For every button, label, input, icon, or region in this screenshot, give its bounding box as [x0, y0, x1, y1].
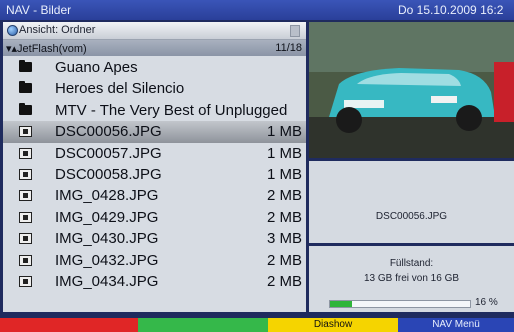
- item-size: 1 MB: [266, 144, 302, 162]
- folder-icon: [19, 81, 32, 94]
- file-browser: Ansicht: Ordner ▾▴JetFlash(vom) 11/18 Gu…: [3, 22, 306, 312]
- item-name: IMG_0430.JPG: [55, 230, 159, 248]
- title-bar: NAV - Bilder Do 15.10.2009 16:2: [0, 0, 514, 20]
- preview-photo: [309, 22, 514, 158]
- item-name: Heroes del Silencio: [55, 80, 185, 98]
- folder-item[interactable]: MTV - The Very Best of Unplugged: [3, 100, 306, 121]
- item-size: 2 MB: [266, 272, 302, 290]
- item-counter: 11/18: [275, 42, 302, 54]
- image-file-icon: [19, 275, 32, 287]
- color-button-bar: Diashow NAV Menü: [0, 318, 514, 332]
- file-item[interactable]: IMG_0430.JPG 3 MB: [3, 228, 306, 249]
- file-item[interactable]: IMG_0434.JPG 2 MB: [3, 271, 306, 292]
- file-item[interactable]: IMG_0429.JPG 2 MB: [3, 207, 306, 228]
- item-name: IMG_0428.JPG: [55, 187, 159, 205]
- item-name: Guano Apes: [55, 59, 138, 76]
- window-title: NAV - Bilder: [6, 3, 72, 17]
- image-file-icon: [19, 211, 32, 223]
- file-info-panel: DSC00056.JPG: [309, 161, 514, 243]
- path-bar: ▾▴JetFlash(vom) 11/18: [3, 40, 306, 56]
- folder-icon: [19, 60, 32, 72]
- folder-icon: [19, 102, 32, 115]
- item-size: 3 MB: [266, 230, 302, 248]
- image-preview: [309, 22, 514, 158]
- item-name: IMG_0434.JPG: [55, 272, 159, 290]
- image-file-icon: [19, 190, 32, 202]
- item-size: 2 MB: [266, 187, 302, 205]
- item-name: IMG_0432.JPG: [55, 251, 159, 269]
- storage-panel: Füllstand: 13 GB frei von 16 GB 16 %: [309, 246, 514, 312]
- file-item[interactable]: IMG_0428.JPG 2 MB: [3, 185, 306, 206]
- disc-icon: [7, 25, 18, 36]
- view-dropdown-handle[interactable]: [290, 25, 300, 37]
- item-name: IMG_0429.JPG: [55, 208, 159, 226]
- item-size: 2 MB: [266, 208, 302, 226]
- storage-text: 13 GB frei von 16 GB: [363, 273, 460, 284]
- item-name: MTV - The Very Best of Unplugged: [55, 101, 288, 119]
- storage-label: Füllstand:: [389, 258, 434, 269]
- item-size: 2 MB: [266, 251, 302, 269]
- slideshow-button[interactable]: Diashow: [268, 318, 398, 332]
- nav-menu-button[interactable]: NAV Menü: [398, 318, 514, 332]
- storage-progress-bar: [329, 300, 471, 308]
- item-size: 1 MB: [266, 165, 302, 183]
- item-name: DSC00056.JPG: [55, 123, 162, 141]
- selected-filename: DSC00056.JPG: [375, 211, 448, 222]
- item-name: DSC00057.JPG: [55, 144, 162, 162]
- image-file-icon: [19, 254, 32, 266]
- file-item[interactable]: DSC00056.JPG 1 MB: [3, 121, 306, 143]
- storage-progress-fill: [330, 301, 353, 307]
- folder-item[interactable]: Heroes del Silencio: [3, 78, 306, 99]
- item-name: DSC00058.JPG: [55, 165, 162, 183]
- image-file-icon: [19, 233, 32, 245]
- storage-percent: 16 %: [475, 297, 498, 308]
- current-path: ▾▴JetFlash(vom): [6, 43, 87, 55]
- file-item[interactable]: DSC00057.JPG 1 MB: [3, 143, 306, 164]
- red-button[interactable]: [0, 318, 138, 332]
- image-file-icon: [19, 168, 32, 180]
- file-item[interactable]: DSC00058.JPG 1 MB: [3, 164, 306, 185]
- clock: Do 15.10.2009 16:2: [398, 3, 504, 17]
- image-file-icon: [19, 126, 32, 138]
- image-file-icon: [19, 147, 32, 159]
- green-button[interactable]: [138, 318, 268, 332]
- item-size: 1 MB: [266, 123, 302, 141]
- folder-item[interactable]: Guano Apes: [3, 57, 306, 78]
- view-selector[interactable]: Ansicht: Ordner: [3, 22, 306, 40]
- file-item[interactable]: IMG_0432.JPG 2 MB: [3, 250, 306, 271]
- file-list: Guano Apes Heroes del Silencio MTV - The V…: [3, 57, 306, 292]
- view-label: Ansicht: Ordner: [19, 24, 96, 36]
